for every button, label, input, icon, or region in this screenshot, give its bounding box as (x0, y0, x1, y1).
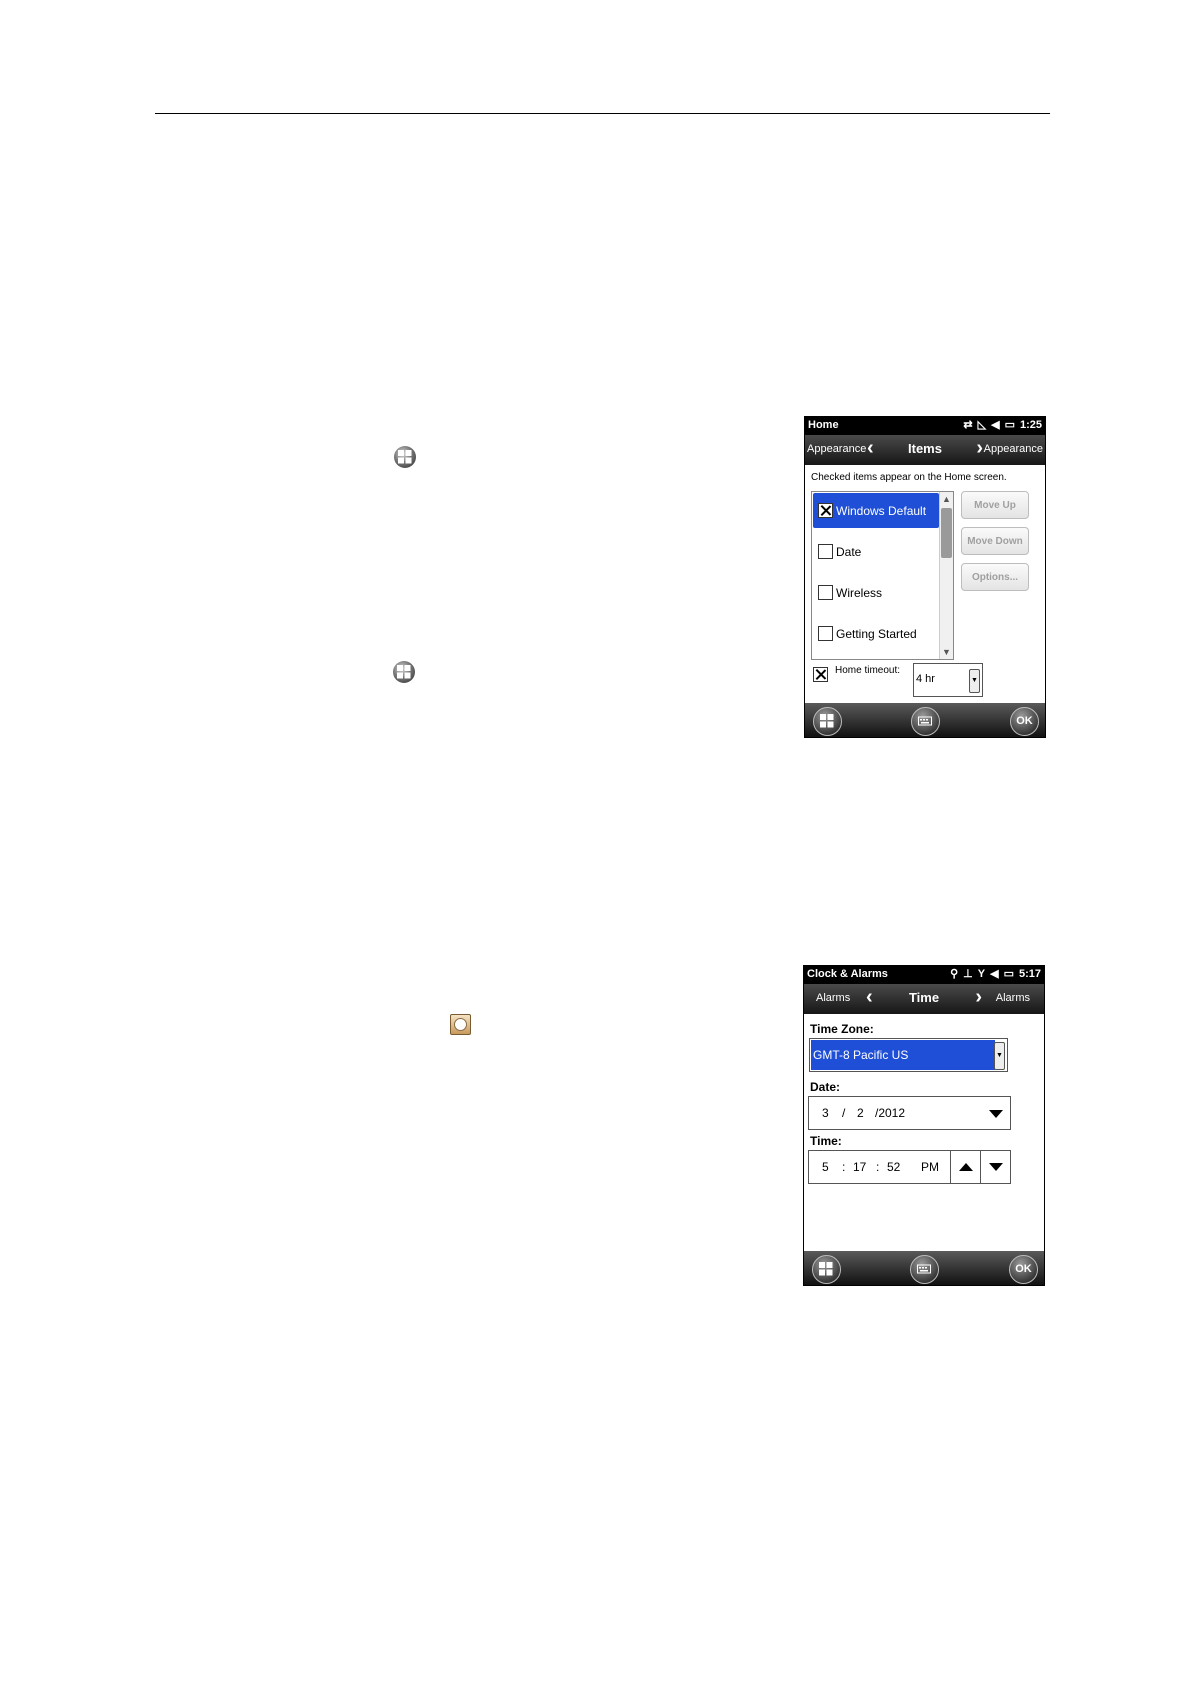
scroll-down-icon[interactable]: ▼ (942, 647, 951, 657)
tab-next-alarms[interactable]: Alarms (996, 992, 1030, 1004)
date-picker[interactable]: 3 / 2 /2012 (808, 1096, 1011, 1130)
list-item[interactable]: Windows Default (836, 504, 926, 518)
date-dropdown-icon[interactable] (989, 1110, 1003, 1118)
windows-logo-icon (820, 714, 834, 728)
dropdown-arrow-icon[interactable]: ▼ (969, 669, 980, 693)
move-down-button[interactable]: Move Down (961, 527, 1029, 555)
arrow-up-icon (959, 1163, 973, 1171)
options-button[interactable]: Options... (961, 563, 1029, 591)
windows-start-icon (394, 446, 416, 468)
clock-time-screenshot: Clock & Alarms ⚲ ⊥ Y ◀ ▭ 5:17 Alarms ‹ T… (803, 965, 1045, 1286)
move-up-button[interactable]: Move Up (961, 491, 1029, 519)
chevron-right-icon[interactable]: › (976, 437, 983, 460)
home-timeout-select[interactable]: 4 hr ▼ (913, 663, 983, 697)
time-hour[interactable]: 5 (822, 1160, 829, 1174)
keyboard-icon (917, 1264, 931, 1274)
time-separator: : (842, 1160, 846, 1174)
keyboard-button[interactable] (910, 1255, 939, 1284)
date-separator: / (842, 1106, 846, 1120)
time-decrement-button[interactable] (980, 1151, 1011, 1183)
windows-start-icon (393, 661, 415, 683)
time-picker[interactable]: 5 : 17 : 52 PM (808, 1150, 1011, 1184)
status-bar: Home ⇄ ◺ ◀ ▭ 1:25 (805, 417, 1045, 435)
item-checkbox[interactable] (818, 544, 833, 559)
ok-button[interactable]: OK (1009, 1255, 1038, 1284)
time-minute[interactable]: 17 (853, 1160, 866, 1174)
bottom-bar: OK (804, 1251, 1044, 1285)
date-month[interactable]: 3 (822, 1106, 829, 1120)
home-timeout-value: 4 hr (916, 673, 935, 685)
home-timeout-checkbox[interactable] (813, 667, 828, 682)
status-title: Clock & Alarms (807, 968, 888, 980)
items-list[interactable]: Windows Default Date Wireless Getting St… (811, 491, 954, 660)
item-checkbox[interactable] (818, 626, 833, 641)
list-item[interactable]: Wireless (836, 586, 882, 600)
status-clock: 1:25 (1019, 419, 1042, 431)
battery-icon: ▭ (1003, 968, 1014, 980)
dropdown-arrow-icon[interactable]: ▼ (994, 1042, 1005, 1070)
scroll-up-icon[interactable]: ▲ (942, 494, 951, 504)
chevron-right-icon[interactable]: › (975, 986, 982, 1009)
time-separator: : (876, 1160, 880, 1174)
start-button[interactable] (813, 707, 842, 736)
time-zone-value: GMT-8 Pacific US (813, 1048, 909, 1062)
tab-bar: Alarms ‹ Time › Alarms (804, 984, 1044, 1014)
speaker-mute-icon: ◀ (990, 968, 999, 980)
scroll-thumb[interactable] (941, 508, 952, 558)
time-label: Time: (810, 1134, 842, 1148)
ok-button[interactable]: OK (1010, 707, 1039, 736)
antenna-icon: ⊥ (963, 968, 973, 980)
keyboard-button[interactable] (911, 707, 940, 736)
status-bar: Clock & Alarms ⚲ ⊥ Y ◀ ▭ 5:17 (804, 966, 1044, 984)
arrow-down-icon (989, 1163, 1003, 1171)
list-scrollbar[interactable]: ▲ ▼ (939, 492, 953, 659)
sync-icon: ⇄ (963, 419, 973, 431)
header-rule (155, 113, 1050, 114)
start-button[interactable] (812, 1255, 841, 1284)
list-item[interactable]: Getting Started (836, 627, 917, 641)
time-increment-button[interactable] (950, 1151, 981, 1183)
signal-icon: Y (977, 968, 986, 980)
battery-icon: ▭ (1004, 419, 1015, 431)
home-items-screenshot: Home ⇄ ◺ ◀ ▭ 1:25 Appearance ‹ Items › A… (804, 416, 1046, 738)
speaker-mute-icon: ◀ (991, 419, 1000, 431)
item-checkbox[interactable] (818, 503, 833, 518)
instruction-text: Checked items appear on the Home screen. (811, 472, 1007, 483)
list-item[interactable]: Date (836, 545, 861, 559)
time-zone-label: Time Zone: (810, 1022, 874, 1036)
status-clock: 5:17 (1018, 968, 1041, 980)
time-zone-select[interactable]: GMT-8 Pacific US ▼ (809, 1038, 1008, 1072)
antenna-icon: ⚲ (950, 968, 959, 980)
keyboard-icon (918, 716, 932, 726)
home-timeout-label: Home timeout: (835, 665, 901, 676)
tab-bar: Appearance ‹ Items › Appearance (805, 435, 1045, 465)
status-title: Home (808, 419, 839, 431)
clock-app-icon (450, 1014, 471, 1035)
tab-next-appearance[interactable]: Appearance (984, 443, 1043, 455)
signal-off-icon: ◺ (977, 419, 987, 431)
date-label: Date: (810, 1080, 841, 1094)
item-checkbox[interactable] (818, 585, 833, 600)
time-second[interactable]: 52 (887, 1160, 900, 1174)
date-day[interactable]: 2 (857, 1106, 864, 1120)
date-year[interactable]: /2012 (875, 1106, 905, 1120)
bottom-bar: OK (805, 703, 1045, 737)
windows-logo-icon (819, 1262, 833, 1276)
time-ampm[interactable]: PM (921, 1160, 939, 1174)
